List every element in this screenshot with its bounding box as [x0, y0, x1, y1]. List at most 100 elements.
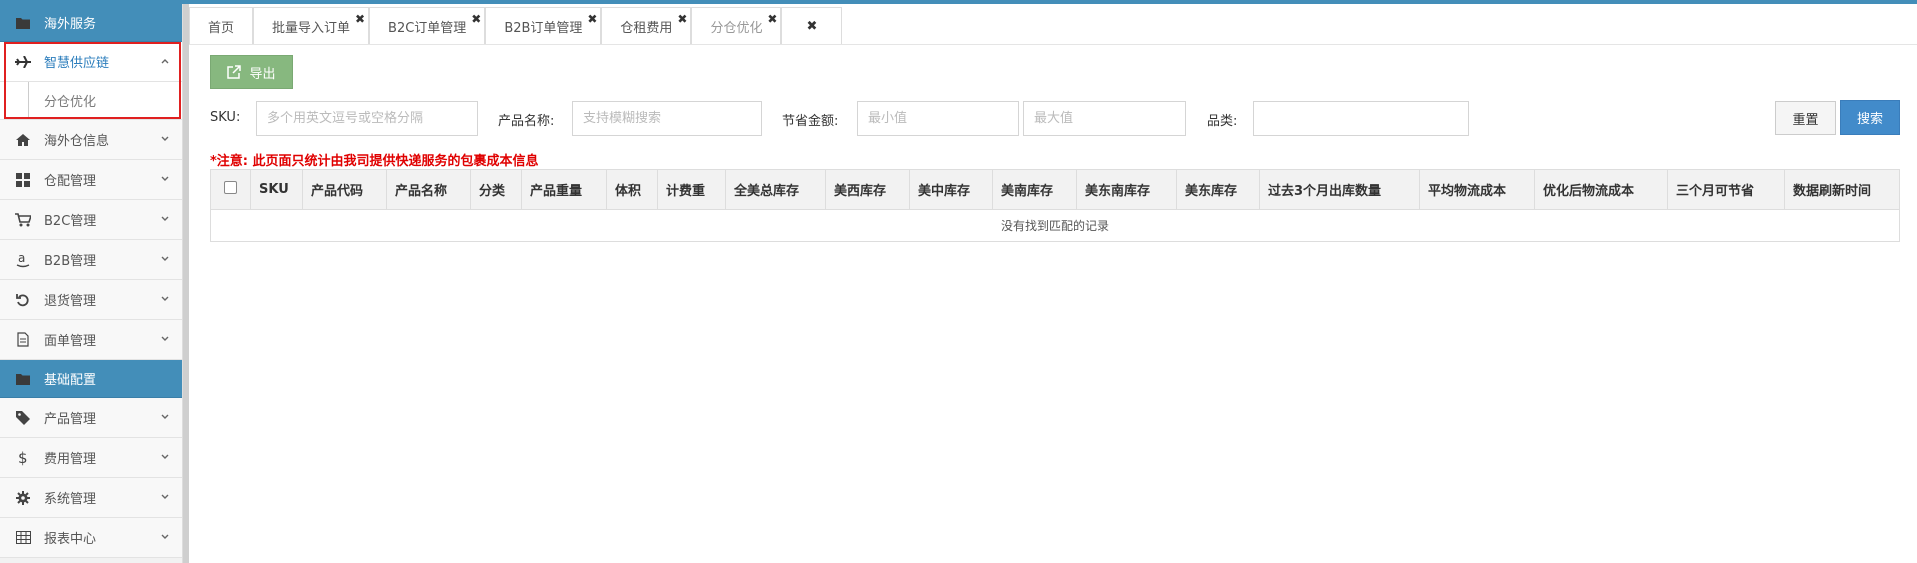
column-header[interactable]: 优化后物流成本: [1534, 169, 1668, 210]
home-icon: [14, 133, 32, 146]
sidebar-item-label: B2C管理: [44, 214, 97, 229]
sidebar-item-overseas-warehouse[interactable]: 海外仓信息: [0, 120, 182, 160]
amazon-icon: a: [14, 252, 32, 268]
chevron-down-icon: [160, 451, 170, 461]
column-header[interactable]: 美西库存: [825, 169, 910, 210]
chevron-down-icon: [160, 411, 170, 421]
sidebar-item-label: 费用管理: [44, 452, 97, 467]
column-header[interactable]: 美东南库存: [1076, 169, 1177, 210]
column-header[interactable]: 产品名称: [386, 169, 471, 210]
search-button[interactable]: 搜索: [1840, 100, 1900, 135]
chevron-down-icon: [160, 213, 170, 223]
sidebar-item-label: 仓配管理: [44, 174, 97, 189]
sidebar-item-label: 产品管理: [44, 412, 97, 427]
select-all-cell: [210, 169, 251, 210]
saving-min-input[interactable]: [857, 101, 1019, 136]
empty-table-message: 没有找到匹配的记录: [210, 209, 1900, 242]
column-header[interactable]: 美中库存: [909, 169, 993, 210]
tab-label: 首页: [208, 21, 235, 36]
sidebar-subitem-warehouse-optimization[interactable]: 分仓优化: [0, 82, 182, 120]
close-icon[interactable]: ✖: [355, 12, 365, 26]
column-header[interactable]: 产品代码: [302, 169, 387, 210]
sidebar-item-b2b[interactable]: a B2B管理: [0, 240, 182, 280]
table-icon: [14, 531, 32, 544]
tab-warehouse-optimization[interactable]: 分仓优化 ✖: [691, 7, 782, 45]
svg-text:$: $: [18, 450, 28, 466]
sidebar-item-label: 面单管理: [44, 334, 97, 349]
close-icon[interactable]: ✖: [767, 12, 777, 26]
sidebar: 海外服务 智慧供应链 分仓优化 海外仓信息 仓配管理 B2C管理 a B2B管理…: [0, 4, 183, 563]
sidebar-item-smart-supply-chain[interactable]: 智慧供应链: [0, 42, 182, 82]
tab-storage-fees[interactable]: 仓租费用 ✖: [601, 7, 692, 45]
top-accent-bar: [0, 0, 1917, 4]
column-header[interactable]: 计费重: [657, 169, 726, 210]
tab-batch-import[interactable]: 批量导入订单 ✖: [253, 7, 370, 45]
chevron-down-icon: [160, 531, 170, 541]
close-icon[interactable]: ✖: [587, 12, 597, 26]
column-header[interactable]: 产品重量: [521, 169, 607, 210]
tab-label: B2B订单管理: [504, 21, 583, 36]
reset-button[interactable]: 重置: [1775, 101, 1836, 135]
column-header[interactable]: 过去3个月出库数量: [1259, 169, 1420, 210]
notice-text: *注意: 此页面只统计由我司提供快递服务的包裹成本信息: [210, 154, 539, 169]
sidebar-item-system[interactable]: 系统管理: [0, 478, 182, 518]
sidebar-item-b2c[interactable]: B2C管理: [0, 200, 182, 240]
plane-icon: [14, 55, 32, 68]
sidebar-section-label: 海外服务: [44, 17, 97, 32]
export-button[interactable]: 导出: [210, 55, 293, 89]
category-input[interactable]: [1253, 101, 1469, 136]
folder-icon: [14, 16, 32, 30]
sidebar-item-returns[interactable]: 退货管理: [0, 280, 182, 320]
sidebar-item-reports[interactable]: 报表中心: [0, 518, 182, 558]
export-button-label: 导出: [249, 66, 276, 82]
column-header[interactable]: SKU: [250, 169, 303, 210]
sku-input[interactable]: [256, 101, 478, 136]
column-header[interactable]: 三个月可节省: [1667, 169, 1785, 210]
reset-button-label: 重置: [1792, 112, 1819, 128]
tab-label: B2C订单管理: [388, 21, 467, 36]
chevron-down-icon: [160, 173, 170, 183]
column-header[interactable]: 平均物流成本: [1419, 169, 1535, 210]
tab-bar-divider: [189, 44, 1917, 45]
sidebar-item-fees[interactable]: $ 费用管理: [0, 438, 182, 478]
sidebar-item-label: 智慧供应链: [44, 56, 110, 71]
column-header[interactable]: 全美总库存: [725, 169, 826, 210]
column-header[interactable]: 数据刷新时间: [1784, 169, 1900, 210]
sidebar-resize-handle[interactable]: [183, 4, 189, 563]
column-header[interactable]: 分类: [470, 169, 522, 210]
close-icon[interactable]: ✖: [471, 12, 481, 26]
tab-b2b-orders[interactable]: B2B订单管理 ✖: [485, 7, 602, 45]
close-all-tabs-button[interactable]: ✖: [781, 7, 843, 45]
folder-icon: [14, 372, 32, 386]
sidebar-item-label: 海外仓信息: [44, 134, 110, 149]
sidebar-item-label: B2B管理: [44, 254, 97, 269]
saving-max-input[interactable]: [1023, 101, 1186, 136]
sidebar-section-overseas[interactable]: 海外服务: [0, 4, 182, 42]
sidebar-section-basic-config[interactable]: 基础配置: [0, 360, 182, 398]
product-name-input[interactable]: [572, 101, 762, 136]
sidebar-item-label: 系统管理: [44, 492, 97, 507]
sidebar-item-warehouse-distribution[interactable]: 仓配管理: [0, 160, 182, 200]
dollar-icon: $: [14, 450, 32, 466]
sidebar-item-labels[interactable]: 面单管理: [0, 320, 182, 360]
tab-b2c-orders[interactable]: B2C订单管理 ✖: [369, 7, 486, 45]
file-icon: [14, 332, 32, 347]
column-header[interactable]: 美东库存: [1176, 169, 1260, 210]
chevron-down-icon: [160, 333, 170, 343]
close-icon[interactable]: ✖: [677, 12, 687, 26]
sidebar-item-label: 报表中心: [44, 532, 97, 547]
tab-home[interactable]: 首页: [189, 7, 254, 45]
cart-icon: [14, 212, 32, 227]
select-all-checkbox[interactable]: [224, 181, 237, 194]
column-header[interactable]: 体积: [606, 169, 658, 210]
close-icon: ✖: [806, 19, 818, 34]
export-icon: [227, 65, 242, 79]
svg-text:a: a: [18, 252, 25, 265]
sku-label: SKU:: [210, 110, 241, 125]
column-header[interactable]: 美南库存: [992, 169, 1077, 210]
sidebar-item-products[interactable]: 产品管理: [0, 398, 182, 438]
chevron-down-icon: [160, 491, 170, 501]
category-label: 品类:: [1207, 114, 1238, 129]
sidebar-item-label: 退货管理: [44, 294, 97, 309]
table-header-row: SKU 产品代码 产品名称 分类 产品重量 体积 计费重 全美总库存 美西库存 …: [210, 169, 1900, 210]
